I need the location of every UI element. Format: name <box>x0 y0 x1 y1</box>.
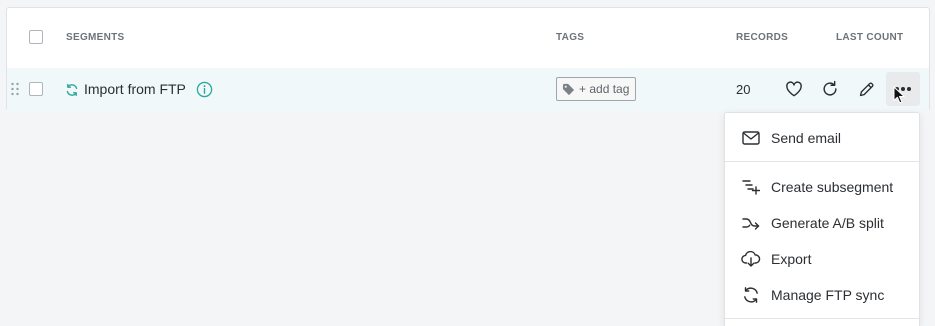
menu-item-create-subsegment[interactable]: Create subsegment <box>725 169 919 205</box>
pencil-icon <box>859 81 874 96</box>
subsegment-icon <box>741 177 761 197</box>
menu-divider <box>725 161 919 162</box>
sync-status-icon <box>66 83 78 97</box>
column-header-tags: TAGS <box>556 32 585 43</box>
column-header-last-count[interactable]: LAST COUNT <box>836 32 903 43</box>
refresh-count-button[interactable] <box>819 78 841 100</box>
menu-item-generate-ab-split[interactable]: Generate A/B split <box>725 205 919 241</box>
table-row[interactable]: Import from FTP + add tag 20 <box>7 68 929 111</box>
refresh-icon <box>823 80 837 96</box>
select-all-checkbox[interactable] <box>29 30 43 44</box>
segment-name-link[interactable]: Import from FTP <box>84 81 186 97</box>
table-header: SEGMENTS TAGS RECORDS LAST COUNT <box>7 8 929 69</box>
menu-divider <box>725 318 919 319</box>
menu-item-label: Export <box>771 251 812 267</box>
add-tag-button[interactable]: + add tag <box>556 77 637 101</box>
info-icon[interactable] <box>196 81 213 98</box>
row-checkbox[interactable] <box>29 82 43 96</box>
envelope-icon <box>741 128 761 148</box>
cloud-download-icon <box>741 249 761 269</box>
segments-table: SEGMENTS TAGS RECORDS LAST COUNT Import … <box>6 7 930 111</box>
more-actions-menu: Send email Create subsegment Generate A/… <box>724 112 920 326</box>
tag-icon <box>562 83 575 95</box>
edit-button[interactable] <box>855 78 877 100</box>
records-count: 20 <box>736 82 751 97</box>
menu-item-manage-ftp-sync[interactable]: Manage FTP sync <box>725 277 919 313</box>
menu-item-label: Create subsegment <box>771 179 894 195</box>
drag-handle-icon[interactable] <box>10 82 20 96</box>
column-header-records[interactable]: RECORDS <box>736 32 788 43</box>
menu-item-send-email[interactable]: Send email <box>725 120 919 156</box>
menu-item-export[interactable]: Export <box>725 241 919 277</box>
sync-icon <box>741 285 761 305</box>
mouse-cursor-icon <box>893 86 905 104</box>
menu-item-label: Generate A/B split <box>771 215 884 231</box>
menu-item-label: Send email <box>771 130 842 146</box>
heart-icon <box>786 81 802 97</box>
favorite-button[interactable] <box>783 78 805 100</box>
add-tag-label: + add tag <box>579 82 630 96</box>
column-header-segments[interactable]: SEGMENTS <box>66 32 125 43</box>
split-icon <box>741 213 761 233</box>
menu-item-label: Manage FTP sync <box>771 287 885 303</box>
